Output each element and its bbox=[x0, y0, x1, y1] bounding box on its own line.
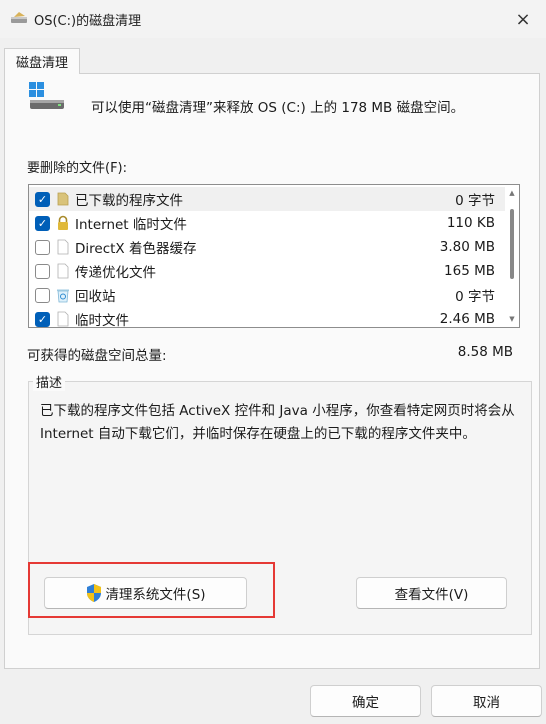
file-size: 3.80 MB bbox=[439, 239, 495, 255]
scroll-up-icon[interactable]: ▲ bbox=[508, 189, 516, 197]
file-name: 传递优化文件 bbox=[75, 265, 156, 281]
checkbox[interactable] bbox=[35, 287, 50, 303]
files-to-delete-label: 要删除的文件(F): bbox=[27, 161, 128, 176]
checkbox[interactable]: ✓ bbox=[35, 191, 50, 207]
clean-system-files-button[interactable]: 清理系统文件(S) bbox=[44, 577, 247, 609]
file-size: 110 KB bbox=[446, 215, 495, 231]
tab-disk-cleanup[interactable]: 磁盘清理 bbox=[4, 48, 80, 74]
file-name: 已下载的程序文件 bbox=[75, 193, 183, 209]
tab-panel: 可以使用“磁盘清理”来释放 OS (C:) 上的 178 MB 磁盘空间。 要删… bbox=[4, 73, 540, 669]
file-name: DirectX 着色器缓存 bbox=[75, 241, 197, 257]
disk-cleanup-icon bbox=[11, 12, 27, 23]
intro-text: 可以使用“磁盘清理”来释放 OS (C:) 上的 178 MB 磁盘空间。 bbox=[91, 100, 465, 116]
total-space-label: 可获得的磁盘空间总量: bbox=[27, 348, 167, 364]
tab-label: 磁盘清理 bbox=[15, 56, 68, 71]
description-text: 已下载的程序文件包括 ActiveX 控件和 Java 小程序，你查看特定网页时… bbox=[40, 403, 515, 442]
uac-shield-icon bbox=[87, 584, 102, 602]
list-item[interactable]: 回收站 0 字节 bbox=[29, 283, 505, 307]
file-name: 回收站 bbox=[75, 289, 116, 305]
file-name: Internet 临时文件 bbox=[75, 217, 187, 233]
view-files-button[interactable]: 查看文件(V) bbox=[356, 577, 507, 609]
list-item[interactable]: ✓ 临时文件 2.46 MB bbox=[29, 307, 505, 328]
list-item[interactable]: 传递优化文件 165 MB bbox=[29, 259, 505, 283]
checkbox[interactable]: ✓ bbox=[35, 311, 50, 327]
lock-icon bbox=[58, 215, 68, 230]
ok-label: 确定 bbox=[352, 695, 379, 711]
list-item[interactable]: ✓ 已下载的程序文件 0 字节 bbox=[29, 187, 505, 211]
list-item[interactable]: ✓ Internet 临时文件 110 KB bbox=[29, 211, 505, 235]
scroll-down-icon[interactable]: ▼ bbox=[508, 315, 516, 323]
drive-icon bbox=[29, 82, 64, 109]
file-icon bbox=[57, 311, 69, 327]
close-button[interactable]: × bbox=[500, 0, 546, 38]
total-space-value: 8.58 MB bbox=[457, 344, 513, 360]
files-listbox[interactable]: ✓ 已下载的程序文件 0 字节 ✓ Internet 临时文件 110 KB D… bbox=[28, 184, 520, 328]
scroll-thumb[interactable] bbox=[510, 209, 514, 279]
recycle-bin-icon bbox=[57, 289, 69, 303]
cancel-button[interactable]: 取消 bbox=[431, 685, 542, 717]
ok-button[interactable]: 确定 bbox=[310, 685, 421, 717]
file-icon bbox=[57, 263, 69, 279]
file-icon bbox=[57, 239, 69, 255]
title-bar: OS(C:)的磁盘清理 × bbox=[0, 0, 546, 38]
window-title: OS(C:)的磁盘清理 bbox=[34, 14, 142, 29]
list-item[interactable]: DirectX 着色器缓存 3.80 MB bbox=[29, 235, 505, 259]
checkbox[interactable]: ✓ bbox=[35, 215, 50, 231]
clean-system-files-label: 清理系统文件(S) bbox=[105, 587, 206, 603]
description-title: 描述 bbox=[33, 372, 66, 391]
file-size: 165 MB bbox=[444, 263, 495, 279]
view-files-label: 查看文件(V) bbox=[394, 587, 469, 603]
file-size: 0 字节 bbox=[455, 289, 495, 305]
file-size: 0 字节 bbox=[455, 193, 495, 209]
file-name: 临时文件 bbox=[75, 313, 129, 328]
checkbox[interactable] bbox=[35, 239, 50, 255]
close-icon: × bbox=[515, 8, 531, 30]
cancel-label: 取消 bbox=[473, 695, 500, 711]
list-scrollbar[interactable]: ▲ ▼ bbox=[505, 185, 519, 327]
folder-icon bbox=[57, 192, 69, 206]
file-size: 2.46 MB bbox=[439, 311, 495, 327]
checkbox[interactable] bbox=[35, 263, 50, 279]
